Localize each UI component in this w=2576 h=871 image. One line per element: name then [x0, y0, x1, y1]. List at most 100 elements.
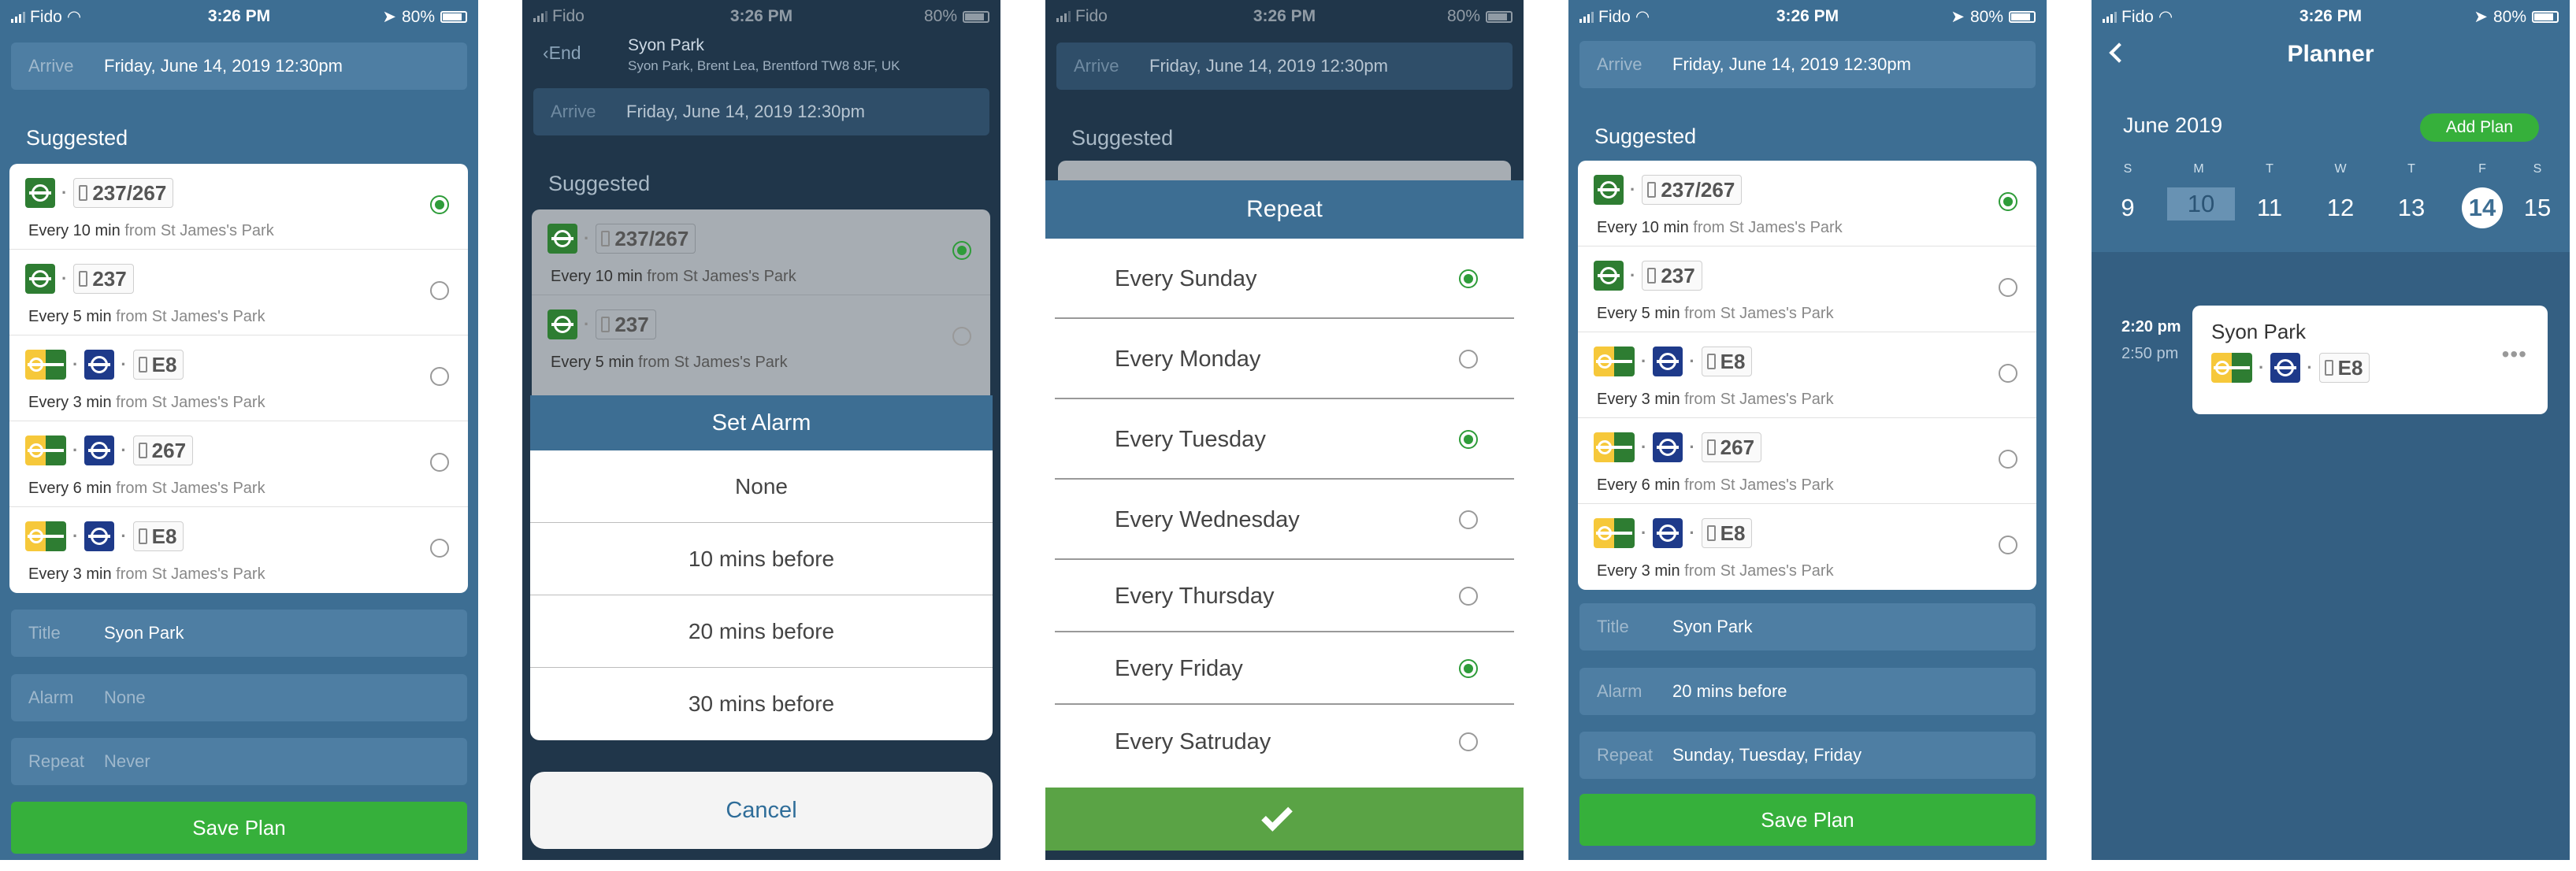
repeat-field[interactable]: Repeat Sunday, Tuesday, Friday — [1579, 732, 2036, 779]
tube-line-icon — [84, 436, 115, 465]
repeat-option-saturday[interactable]: Every Satruday — [1055, 705, 1514, 779]
calendar-day[interactable]: S 15 — [2506, 162, 2569, 228]
route-radio[interactable] — [430, 453, 449, 472]
bus-badge: 237 — [1642, 261, 1702, 291]
arrive-field[interactable]: Arrive Friday, June 14, 2019 12:30pm — [11, 43, 467, 90]
route-radio[interactable] — [1999, 536, 2017, 554]
route-option[interactable]: · 237/267 Every 10 min from St James's Pa… — [532, 209, 990, 295]
repeat-radio[interactable] — [1459, 350, 1478, 369]
title-field[interactable]: Title Syon Park — [1579, 603, 2036, 650]
alarm-field[interactable]: Alarm None — [11, 674, 467, 721]
title-label: Title — [1597, 617, 1629, 636]
route-frequency: Every 10 min — [28, 222, 121, 239]
battery-icon — [2532, 11, 2559, 23]
chevron-left-icon: ‹ — [543, 43, 549, 63]
confirm-button[interactable] — [1045, 788, 1524, 851]
end-back-button[interactable]: ‹End — [543, 43, 581, 64]
route-radio[interactable] — [430, 367, 449, 386]
cancel-button[interactable]: Cancel — [530, 772, 993, 849]
location-icon: ➤ — [2474, 8, 2488, 26]
repeat-option-wednesday[interactable]: Every Wednesday — [1055, 480, 1514, 560]
route-radio[interactable] — [952, 241, 971, 260]
route-radio[interactable] — [430, 195, 449, 214]
alarm-field[interactable]: Alarm 20 mins before — [1579, 668, 2036, 715]
route-origin: from St James's Park — [1693, 219, 1843, 236]
route-origin: from St James's Park — [116, 480, 265, 497]
alarm-option-10[interactable]: 10 mins before — [530, 523, 993, 595]
plan-event-card[interactable]: Syon Park · · E8 ••• — [2192, 306, 2548, 414]
alarm-label: Alarm — [1597, 681, 1642, 701]
route-option[interactable]: · 237/267 Every 10 min from St James's Pa… — [1578, 161, 2036, 246]
route-origin: from St James's Park — [1684, 391, 1834, 408]
route-option[interactable]: · · E8 Every 3 min from St James's Park — [9, 507, 468, 593]
arrive-field[interactable]: Arrive Friday, June 14, 2019 12:30pm — [1579, 41, 2036, 88]
calendar-day[interactable]: F 14 — [2451, 162, 2514, 228]
title-value: Syon Park — [1672, 617, 1753, 636]
route-radio[interactable] — [1999, 278, 2017, 297]
arrive-value: Friday, June 14, 2019 12:30pm — [1672, 54, 1911, 74]
repeat-option-monday[interactable]: Every Monday — [1055, 319, 1514, 399]
suggested-heading: Suggested — [548, 172, 651, 195]
route-frequency: Every 3 min — [1597, 391, 1680, 408]
repeat-option-thursday[interactable]: Every Thursday — [1055, 560, 1514, 632]
arrive-label: Arrive — [551, 102, 596, 121]
event-title: Syon Park — [2211, 320, 2306, 343]
tube-line-icon — [1653, 518, 1683, 548]
arrive-field[interactable]: Arrive Friday, June 14, 2019 12:30pm — [533, 88, 989, 135]
arrive-value: Friday, June 14, 2019 12:30pm — [104, 56, 343, 76]
route-radio[interactable] — [430, 539, 449, 558]
save-plan-button[interactable]: Save Plan — [11, 802, 467, 854]
route-option[interactable]: · 237 Every 5 min from St James's Park — [532, 295, 990, 381]
route-option[interactable]: · · E8 Every 3 min from St James's Park — [9, 335, 468, 421]
save-plan-button[interactable]: Save Plan — [1579, 794, 2036, 846]
alarm-option-30[interactable]: 30 mins before — [530, 668, 993, 740]
status-bar: Fido ◠ 3:26 PM ➤ 80% — [2092, 0, 2570, 32]
alarm-option-20[interactable]: 20 mins before — [530, 595, 993, 668]
repeat-radio[interactable] — [1459, 510, 1478, 529]
title-field[interactable]: Title Syon Park — [11, 610, 467, 657]
more-options-icon[interactable]: ••• — [2502, 342, 2527, 367]
bus-icon — [79, 185, 88, 201]
bus-badge: 267 — [1701, 432, 1762, 462]
tube-line-icon — [1594, 432, 1635, 462]
repeat-radio[interactable] — [1459, 732, 1478, 751]
alarm-sheet-title: Set Alarm — [530, 395, 993, 450]
repeat-option-tuesday[interactable]: Every Tuesday — [1055, 399, 1514, 480]
route-radio[interactable] — [1999, 450, 2017, 469]
calendar-day[interactable]: T 11 — [2238, 162, 2301, 228]
repeat-option-friday[interactable]: Every Friday — [1055, 632, 1514, 705]
bus-icon — [601, 231, 611, 246]
route-option[interactable]: · · 267 Every 6 min from St James's Park — [1578, 418, 2036, 504]
route-origin: from St James's Park — [116, 308, 265, 325]
route-option[interactable]: · 237 Every 5 min from St James's Park — [1578, 246, 2036, 332]
route-radio[interactable] — [1999, 364, 2017, 383]
page-title: Planner — [2287, 41, 2374, 67]
route-option[interactable]: · 237 Every 5 min from St James's Park — [9, 250, 468, 335]
route-frequency: Every 5 min — [1597, 305, 1680, 322]
route-origin: from St James's Park — [638, 354, 788, 371]
calendar-day[interactable]: S9 — [2096, 162, 2159, 228]
route-option[interactable]: · · E8 Every 3 min from St James's Park — [1578, 504, 2036, 590]
repeat-radio[interactable] — [1459, 659, 1478, 678]
arrive-field[interactable]: Arrive Friday, June 14, 2019 12:30pm — [1056, 43, 1513, 90]
calendar-day[interactable]: M 10 — [2167, 162, 2235, 221]
repeat-radio[interactable] — [1459, 269, 1478, 288]
repeat-radio[interactable] — [1459, 430, 1478, 449]
bus-badge: 237/267 — [1642, 175, 1743, 205]
repeat-option-sunday[interactable]: Every Sunday — [1055, 239, 1514, 319]
route-option[interactable]: · 237/267 Every 10 min from St James's Pa… — [9, 164, 468, 250]
route-origin: from St James's Park — [1684, 476, 1834, 494]
route-radio[interactable] — [430, 281, 449, 300]
repeat-field[interactable]: Repeat Never — [11, 738, 467, 785]
alarm-option-none[interactable]: None — [530, 450, 993, 523]
repeat-radio[interactable] — [1459, 587, 1478, 606]
suggested-heading: Suggested — [1594, 124, 1697, 148]
route-radio[interactable] — [952, 327, 971, 346]
route-radio[interactable] — [1999, 192, 2017, 211]
route-option[interactable]: · · 267 Every 6 min from St James's Park — [9, 421, 468, 507]
calendar-day[interactable]: T 13 — [2380, 162, 2443, 228]
route-option[interactable]: · · E8 Every 3 min from St James's Park — [1578, 332, 2036, 418]
plan-screen-initial: Fido ◠ 3:26 PM ➤ 80% Arrive Friday, June… — [0, 0, 478, 860]
calendar-day[interactable]: W 12 — [2309, 162, 2372, 228]
add-plan-button[interactable]: Add Plan — [2420, 113, 2539, 142]
